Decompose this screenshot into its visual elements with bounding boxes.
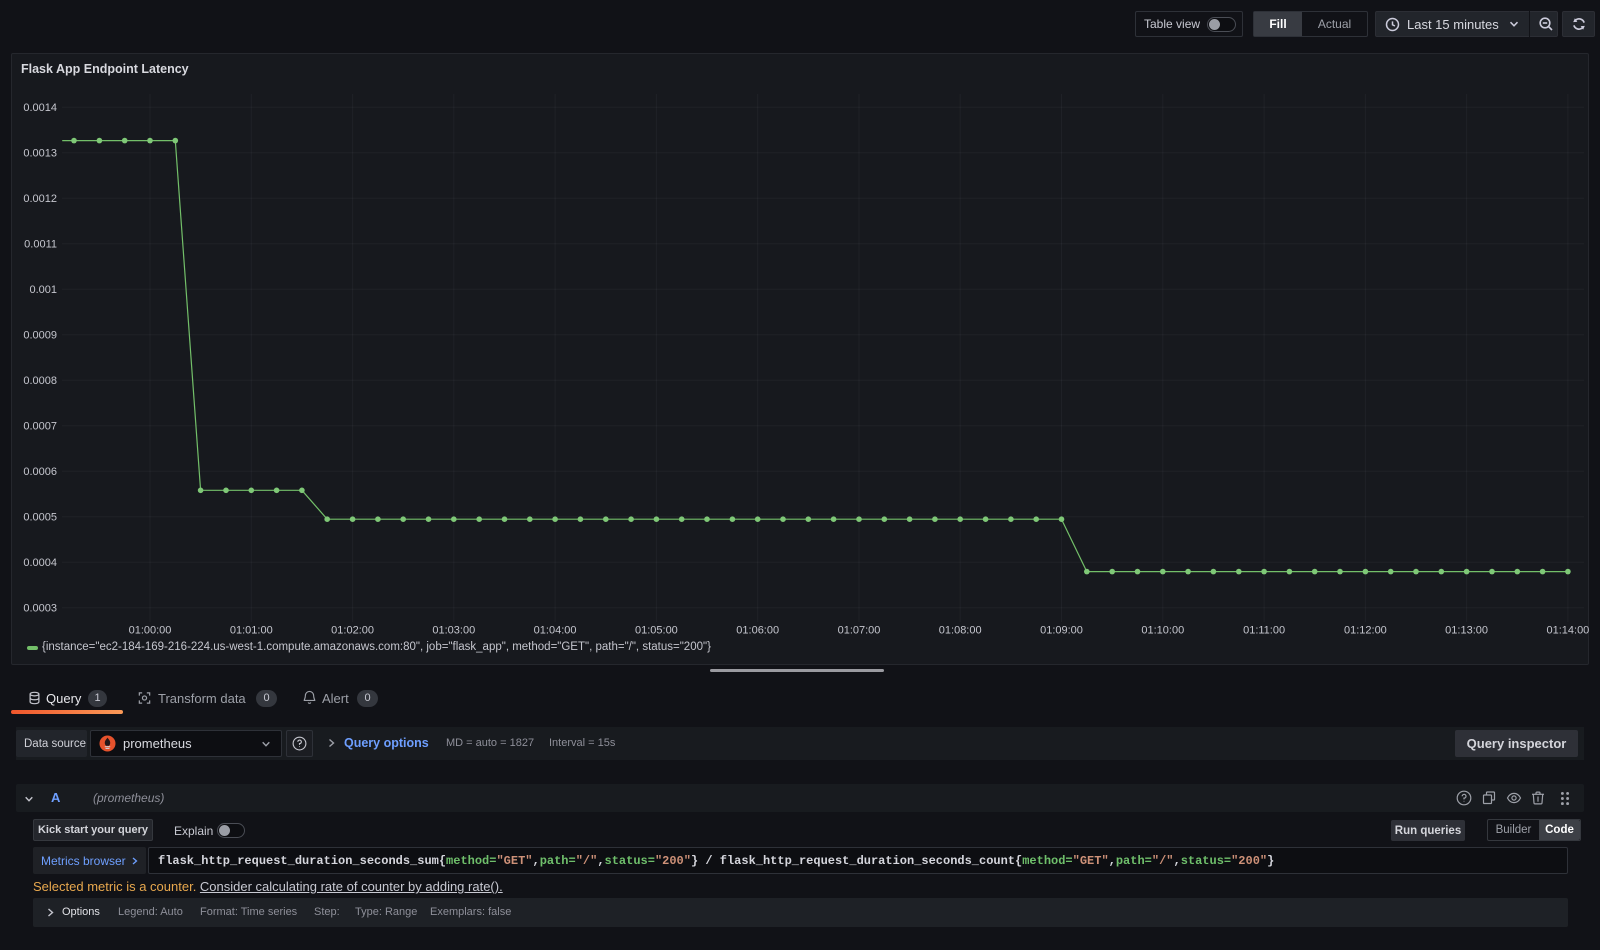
svg-text:01:03:00: 01:03:00 [432, 625, 475, 637]
svg-text:01:14:00: 01:14:00 [1546, 625, 1589, 637]
svg-text:01:00:00: 01:00:00 [129, 625, 172, 637]
svg-text:0.001: 0.001 [29, 284, 57, 296]
svg-text:0.0005: 0.0005 [23, 512, 57, 524]
svg-text:01:12:00: 01:12:00 [1344, 625, 1387, 637]
svg-text:01:09:00: 01:09:00 [1040, 625, 1083, 637]
svg-text:01:07:00: 01:07:00 [838, 625, 881, 637]
svg-text:01:11:00: 01:11:00 [1243, 625, 1285, 637]
svg-text:0.0006: 0.0006 [23, 466, 57, 478]
svg-text:0.0011: 0.0011 [24, 239, 57, 251]
svg-text:01:06:00: 01:06:00 [736, 625, 779, 637]
svg-text:0.0004: 0.0004 [23, 557, 57, 569]
svg-text:01:04:00: 01:04:00 [534, 625, 577, 637]
svg-text:01:08:00: 01:08:00 [939, 625, 982, 637]
svg-text:0.0013: 0.0013 [23, 148, 57, 160]
svg-text:0.0014: 0.0014 [23, 102, 57, 114]
svg-text:0.0012: 0.0012 [23, 193, 57, 205]
svg-text:01:10:00: 01:10:00 [1141, 625, 1184, 637]
svg-text:0.0003: 0.0003 [23, 603, 57, 615]
svg-text:01:01:00: 01:01:00 [230, 625, 273, 637]
svg-text:0.0009: 0.0009 [23, 330, 57, 342]
svg-text:01:05:00: 01:05:00 [635, 625, 678, 637]
svg-text:0.0007: 0.0007 [23, 421, 57, 433]
svg-text:01:02:00: 01:02:00 [331, 625, 374, 637]
svg-text:01:13:00: 01:13:00 [1445, 625, 1488, 637]
svg-text:0.0008: 0.0008 [23, 375, 57, 387]
